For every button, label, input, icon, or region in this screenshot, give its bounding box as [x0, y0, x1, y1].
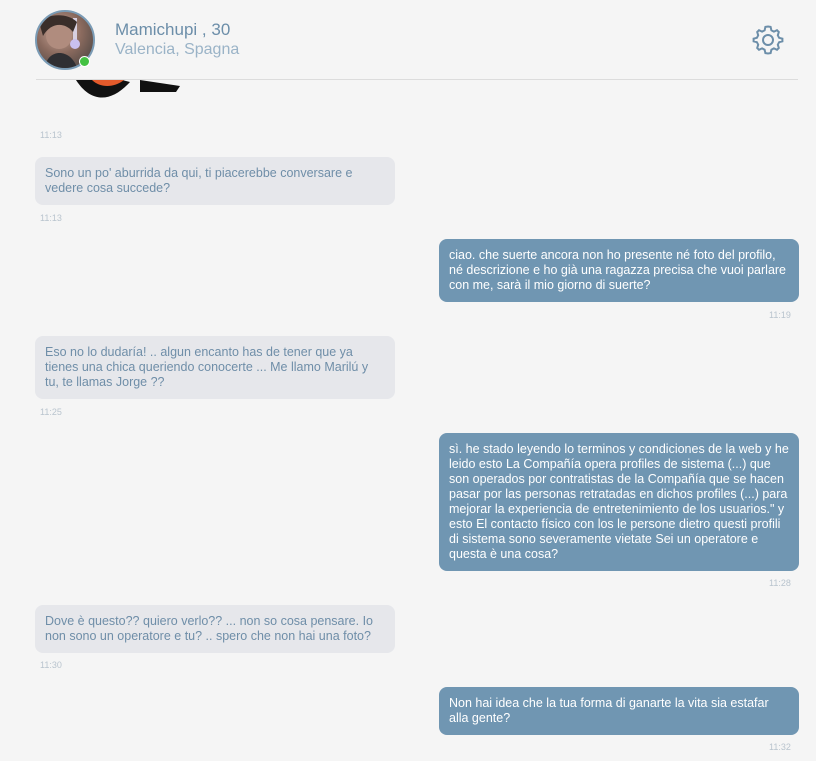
message-timestamp: 11:28: [769, 578, 791, 588]
outgoing-message: sì. he stado leyendo lo terminos y condi…: [439, 433, 799, 571]
message-timestamp: 11:25: [40, 407, 62, 417]
profile-name-age[interactable]: Mamichupi , 30: [115, 20, 230, 40]
message-timestamp: 11:30: [40, 660, 62, 670]
outgoing-message: Non hai idea che la tua forma di ganarte…: [439, 687, 799, 735]
settings-button[interactable]: [751, 23, 785, 57]
incoming-message: Sono un po' aburrida da qui, ti piacereb…: [35, 157, 395, 205]
chat-thread[interactable]: 11:13 Sono un po' aburrida da qui, ti pi…: [0, 80, 816, 761]
online-status-indicator: [79, 56, 90, 67]
message-timestamp: 11:13: [40, 213, 62, 223]
incoming-message: Dove è questo?? quiero verlo?? ... non s…: [35, 605, 395, 653]
message-timestamp: 11:32: [769, 742, 791, 752]
chat-header: Mamichupi , 30 Valencia, Spagna: [0, 0, 816, 80]
shared-image-fragment[interactable]: [70, 80, 190, 104]
gear-icon: [752, 25, 784, 55]
outgoing-message: ciao. che suerte ancora non ho presente …: [439, 239, 799, 302]
incoming-message: Eso no lo dudaría! .. algun encanto has …: [35, 336, 395, 399]
message-timestamp: 11:19: [769, 310, 791, 320]
message-timestamp: 11:13: [40, 130, 62, 140]
profile-location: Valencia, Spagna: [115, 41, 240, 58]
